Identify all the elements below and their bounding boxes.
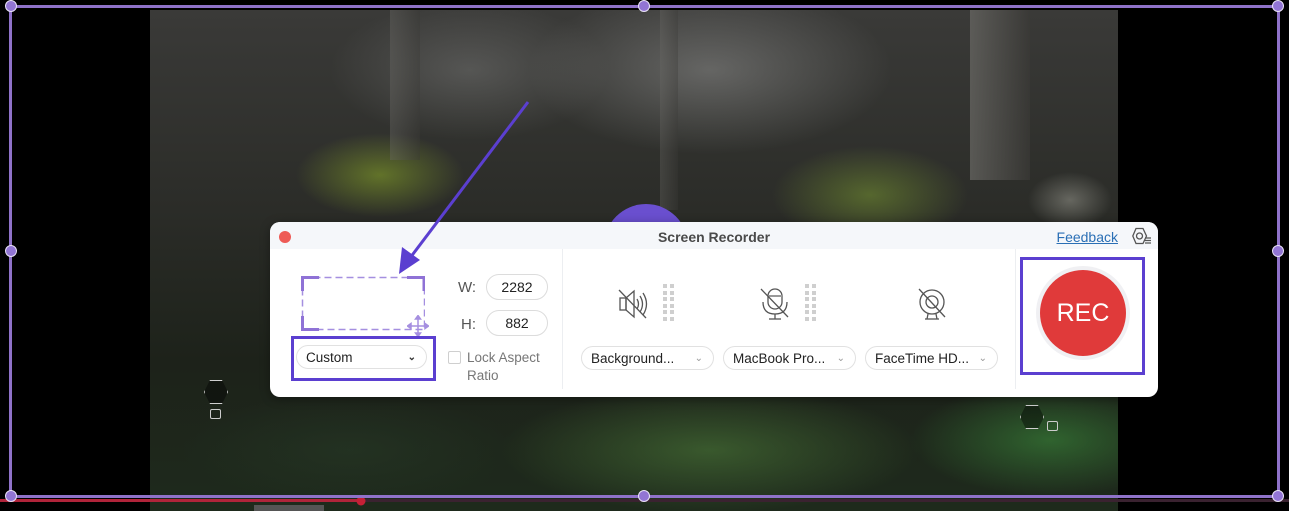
- level-meter-cell: [663, 284, 667, 288]
- video-scrub-preview: [254, 505, 324, 511]
- game-hud-key-icon: [210, 409, 221, 419]
- webcam-off-icon[interactable]: [914, 286, 950, 322]
- level-meter-cell: [663, 316, 667, 321]
- height-input[interactable]: 882: [486, 310, 548, 336]
- level-meter-cell: [812, 310, 816, 314]
- resize-handle-middle-left[interactable]: [5, 245, 17, 257]
- width-input[interactable]: 2282: [486, 274, 548, 300]
- microphone-muted-icon[interactable]: [757, 286, 793, 322]
- level-meter-cell: [812, 297, 816, 301]
- title-bar: Screen Recorder Feedback: [270, 222, 1158, 249]
- resize-handle-bottom-right[interactable]: [1272, 490, 1284, 502]
- webcam-value: FaceTime HD...: [875, 351, 970, 366]
- annotation-highlight-record: [1020, 257, 1145, 375]
- lock-aspect-checkbox[interactable]: [448, 351, 461, 364]
- microphone-dropdown[interactable]: MacBook Pro... ⌄: [723, 346, 856, 370]
- game-hud-key-icon: [1047, 421, 1058, 431]
- system-audio-level-meter: [663, 284, 675, 322]
- level-meter-cell: [670, 303, 674, 308]
- level-meter-cell: [663, 303, 667, 308]
- resize-handle-bottom-left[interactable]: [5, 490, 17, 502]
- annotation-highlight-preset: [291, 336, 436, 381]
- level-meter-cell: [812, 284, 816, 288]
- resize-handle-top-left[interactable]: [5, 0, 17, 12]
- section-divider: [562, 249, 563, 389]
- tree-trunk: [390, 10, 420, 160]
- lock-aspect-label: Lock Aspect Ratio: [467, 350, 540, 383]
- resize-handle-bottom-center[interactable]: [638, 490, 650, 502]
- level-meter-cell: [805, 316, 809, 321]
- chevron-down-icon: ⌄: [836, 353, 845, 364]
- level-meter-cell: [805, 290, 809, 295]
- resize-handle-top-center[interactable]: [638, 0, 650, 12]
- level-meter-cell: [670, 316, 674, 321]
- level-meter-cell: [670, 290, 674, 295]
- chevron-down-icon: ⌄: [694, 353, 703, 364]
- tree-trunk: [660, 10, 678, 210]
- settings-icon[interactable]: [1132, 227, 1152, 245]
- level-meter-cell: [670, 310, 674, 314]
- speaker-muted-icon[interactable]: [616, 286, 652, 322]
- level-meter-cell: [663, 310, 667, 314]
- level-meter-cell: [663, 290, 667, 295]
- video-progress-fill: [0, 499, 361, 502]
- system-audio-value: Background...: [591, 351, 675, 366]
- level-meter-cell: [805, 310, 809, 314]
- screen-recorder-dialog: Screen Recorder Feedback W: 2282 H: 882 …: [270, 222, 1158, 397]
- microphone-level-meter: [805, 284, 817, 322]
- game-hud-icon: [204, 380, 228, 404]
- feedback-link[interactable]: Feedback: [1057, 229, 1118, 245]
- level-meter-cell: [805, 303, 809, 308]
- level-meter-cell: [812, 290, 816, 295]
- resize-handle-top-right[interactable]: [1272, 0, 1284, 12]
- tree-trunk: [970, 10, 1030, 180]
- level-meter-cell: [670, 284, 674, 288]
- webcam-dropdown[interactable]: FaceTime HD... ⌄: [865, 346, 998, 370]
- height-label: H:: [461, 316, 476, 333]
- width-label: W:: [458, 279, 477, 296]
- section-divider: [1015, 249, 1016, 389]
- microphone-value: MacBook Pro...: [733, 351, 826, 366]
- level-meter-cell: [670, 297, 674, 301]
- move-icon[interactable]: [407, 315, 429, 337]
- level-meter-cell: [805, 284, 809, 288]
- level-meter-cell: [663, 297, 667, 301]
- level-meter-cell: [805, 297, 809, 301]
- level-meter-cell: [812, 303, 816, 308]
- dialog-title: Screen Recorder: [657, 229, 771, 245]
- game-hud-icon: [1020, 405, 1044, 429]
- resize-handle-middle-right[interactable]: [1272, 245, 1284, 257]
- level-meter-cell: [812, 316, 816, 321]
- system-audio-dropdown[interactable]: Background... ⌄: [581, 346, 714, 370]
- chevron-down-icon: ⌄: [978, 353, 987, 364]
